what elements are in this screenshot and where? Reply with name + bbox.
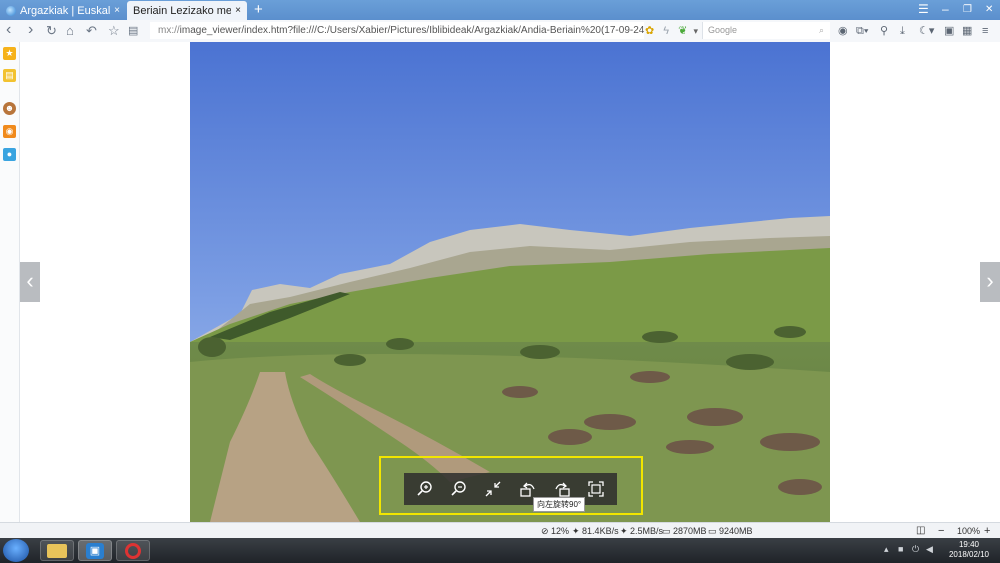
tab-label: Beriain Lezizako mendart... xyxy=(133,4,232,17)
tray-app-icon[interactable]: ■ xyxy=(898,544,903,554)
favorites-icon[interactable]: ★ xyxy=(3,47,16,60)
home-button[interactable]: ⌂ xyxy=(66,23,74,39)
download-speed-status: ✦ 81.4KB/s xyxy=(572,526,619,536)
forward-button[interactable]: › xyxy=(28,22,33,38)
night-mode-icon[interactable]: ☾▾ xyxy=(919,24,934,38)
back-button[interactable]: ‹ xyxy=(6,22,11,38)
url-scheme: mx:// xyxy=(158,25,180,36)
download-icon[interactable]: ⤓ xyxy=(900,24,905,38)
menu-icon[interactable]: ☰ xyxy=(918,2,929,17)
speed-dial-icon[interactable]: ◉ xyxy=(838,24,848,38)
upload-speed-value: 2.5MB/s xyxy=(630,526,664,536)
memory-status: ▭ 9240MB xyxy=(708,526,753,536)
zoom-out-button[interactable]: − xyxy=(938,525,944,537)
layout-icon[interactable]: ◫ xyxy=(916,525,925,537)
file-explorer-icon[interactable] xyxy=(40,540,74,561)
zoom-out-icon[interactable] xyxy=(448,478,470,500)
tray-up-icon[interactable]: ▴ xyxy=(884,544,889,555)
address-bar-icons: ✿ ϟ ❦ ▾ xyxy=(645,24,698,37)
next-image-button[interactable]: › xyxy=(980,262,1000,302)
shrink-icon[interactable] xyxy=(482,478,504,500)
start-button[interactable] xyxy=(3,539,29,562)
url-text: image_viewer/index.htm?file:///C:/Users/… xyxy=(179,25,644,36)
tab-label: Argazkiak | Euskal-Her... xyxy=(20,4,111,17)
undo-close-button[interactable]: ↶ xyxy=(86,23,97,39)
close-tab-icon[interactable]: × xyxy=(114,5,120,16)
tab-beriain[interactable]: Beriain Lezizako mendart... × xyxy=(127,1,247,20)
status-bar: ⊘ 12% ✦ 81.4KB/s ✦ 2.5MB/s ▭ 2870MB ▭ 92… xyxy=(0,522,1000,539)
translate-icon[interactable]: ⚲ xyxy=(880,24,888,38)
search-input[interactable]: Google ⌕ xyxy=(702,22,830,39)
search-icon[interactable]: ⌕ xyxy=(819,22,824,39)
cpu-status: ⊘ 12% xyxy=(541,526,570,536)
clock-time: 19:40 xyxy=(958,540,980,549)
address-bar[interactable]: mx://image_viewer/index.htm?file:///C:/U… xyxy=(150,22,644,39)
site-favicon-icon xyxy=(6,5,16,16)
main-menu-icon[interactable]: ≡ xyxy=(982,24,988,38)
windows-taskbar: ▣ ▴ ■ ⏻ ◀ 19:40 2018/02/10 xyxy=(0,538,1000,563)
previous-image-button[interactable]: ‹ xyxy=(20,262,40,302)
toolbox-icon[interactable]: ▣ xyxy=(944,24,954,38)
close-window-button[interactable]: ✕ xyxy=(985,2,993,17)
fit-screen-icon[interactable] xyxy=(585,478,607,500)
restore-button[interactable]: ❐ xyxy=(963,2,972,17)
disk-value: 2870MB xyxy=(673,526,707,536)
maxthon-browser-icon[interactable]: ▣ xyxy=(78,540,112,561)
app-icon[interactable] xyxy=(116,540,150,561)
leaf-icon[interactable]: ❦ xyxy=(678,25,687,37)
power-icon[interactable]: ⏻ xyxy=(912,544,919,555)
photo xyxy=(190,42,830,522)
favorite-star-button[interactable]: ☆ xyxy=(108,23,120,39)
monkey-icon[interactable]: ☻ xyxy=(3,102,16,115)
image-viewer: ‹ › 向左旋转90° xyxy=(20,42,1000,522)
sidebar: ★ ▤ ☻ ◉ ● ⚙ xyxy=(0,42,20,561)
cpu-value: 12% xyxy=(551,526,570,536)
bee-extension-icon[interactable]: ✿ xyxy=(645,25,654,37)
navigation-bar: ‹ › ↻ ⌂ ↶ ☆ ▤ mx://image_viewer/index.ht… xyxy=(0,20,1000,43)
notes-icon[interactable]: ▤ xyxy=(3,69,16,82)
minimize-button[interactable]: – xyxy=(942,2,949,17)
download-speed-value: 81.4KB/s xyxy=(582,526,619,536)
close-tab-icon[interactable]: × xyxy=(235,5,241,16)
screenshot-icon[interactable]: ⧉▾ xyxy=(856,24,868,38)
disk-status: ▭ 2870MB xyxy=(662,526,707,536)
landscape-photo xyxy=(190,42,830,522)
rss-icon[interactable]: ◉ xyxy=(3,125,16,138)
memory-value: 9240MB xyxy=(719,526,753,536)
volume-icon[interactable]: ◀ xyxy=(926,544,933,555)
system-clock[interactable]: 19:40 2018/02/10 xyxy=(944,540,994,560)
reader-mode-button[interactable]: ▤ xyxy=(128,23,138,39)
tab-bar: Argazkiak | Euskal-Her... × Beriain Lezi… xyxy=(0,0,1000,20)
tab-argazkiak[interactable]: Argazkiak | Euskal-Her... × xyxy=(0,1,126,20)
clock-date: 2018/02/10 xyxy=(948,550,990,559)
lightning-icon[interactable]: ϟ xyxy=(663,25,669,37)
rotate-left-tooltip: 向左旋转90° xyxy=(533,497,586,512)
zoom-level[interactable]: 100% xyxy=(957,525,980,537)
apps-grid-icon[interactable]: ▦ xyxy=(962,24,972,38)
zoom-in-button[interactable]: + xyxy=(984,525,990,537)
new-tab-button[interactable]: + xyxy=(254,2,263,18)
reload-button[interactable]: ↻ xyxy=(46,23,57,39)
address-dropdown-icon[interactable]: ▾ xyxy=(693,26,698,36)
upload-speed-status: ✦ 2.5MB/s xyxy=(620,526,664,536)
zoom-in-icon[interactable] xyxy=(414,478,436,500)
search-placeholder: Google xyxy=(708,25,738,35)
chat-icon[interactable]: ● xyxy=(3,148,16,161)
